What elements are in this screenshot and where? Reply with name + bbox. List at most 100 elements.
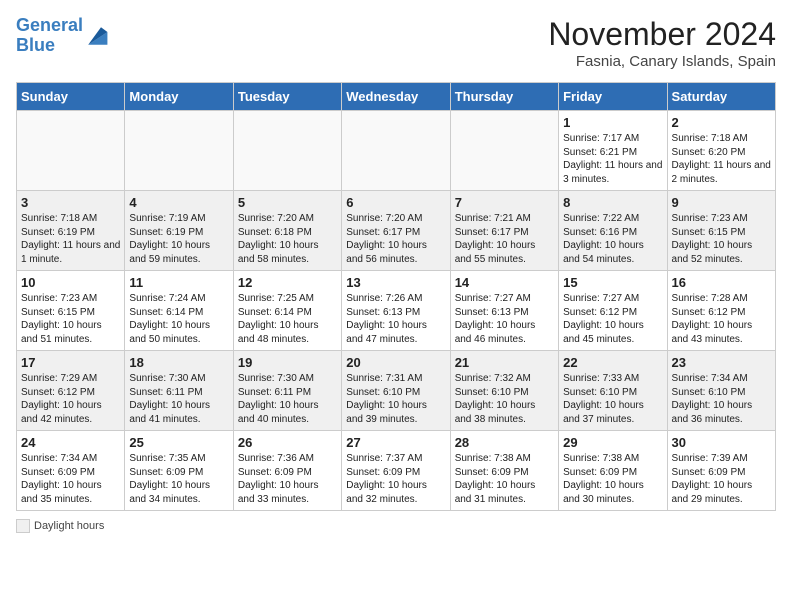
table-row: 17 Sunrise: 7:29 AM Sunset: 6:12 PM Dayl… (17, 351, 125, 431)
day-number: 11 (129, 275, 228, 290)
day-info: Sunrise: 7:27 AM Sunset: 6:12 PM Dayligh… (563, 292, 662, 346)
table-row (342, 111, 450, 191)
day-number: 26 (238, 435, 337, 450)
day-info: Sunrise: 7:25 AM Sunset: 6:14 PM Dayligh… (238, 292, 337, 346)
day-info: Sunrise: 7:30 AM Sunset: 6:11 PM Dayligh… (129, 372, 228, 426)
table-row: 22 Sunrise: 7:33 AM Sunset: 6:10 PM Dayl… (559, 351, 667, 431)
day-number: 12 (238, 275, 337, 290)
day-info: Sunrise: 7:38 AM Sunset: 6:09 PM Dayligh… (563, 452, 662, 506)
table-row (17, 111, 125, 191)
day-number: 22 (563, 355, 662, 370)
daylight-label: Daylight hours (34, 520, 104, 532)
table-row: 21 Sunrise: 7:32 AM Sunset: 6:10 PM Dayl… (450, 351, 558, 431)
day-info: Sunrise: 7:30 AM Sunset: 6:11 PM Dayligh… (238, 372, 337, 426)
day-number: 7 (455, 195, 554, 210)
day-info: Sunrise: 7:27 AM Sunset: 6:13 PM Dayligh… (455, 292, 554, 346)
day-number: 16 (672, 275, 771, 290)
table-row: 8 Sunrise: 7:22 AM Sunset: 6:16 PM Dayli… (559, 191, 667, 271)
table-row: 12 Sunrise: 7:25 AM Sunset: 6:14 PM Dayl… (233, 271, 341, 351)
table-row: 26 Sunrise: 7:36 AM Sunset: 6:09 PM Dayl… (233, 431, 341, 511)
table-row: 16 Sunrise: 7:28 AM Sunset: 6:12 PM Dayl… (667, 271, 775, 351)
day-info: Sunrise: 7:32 AM Sunset: 6:10 PM Dayligh… (455, 372, 554, 426)
day-info: Sunrise: 7:38 AM Sunset: 6:09 PM Dayligh… (455, 452, 554, 506)
table-row: 9 Sunrise: 7:23 AM Sunset: 6:15 PM Dayli… (667, 191, 775, 271)
calendar-row: 24 Sunrise: 7:34 AM Sunset: 6:09 PM Dayl… (17, 431, 776, 511)
day-info: Sunrise: 7:39 AM Sunset: 6:09 PM Dayligh… (672, 452, 771, 506)
calendar-row: 10 Sunrise: 7:23 AM Sunset: 6:15 PM Dayl… (17, 271, 776, 351)
day-info: Sunrise: 7:22 AM Sunset: 6:16 PM Dayligh… (563, 212, 662, 266)
table-row: 30 Sunrise: 7:39 AM Sunset: 6:09 PM Dayl… (667, 431, 775, 511)
month-title: November 2024 (548, 16, 776, 53)
table-row: 5 Sunrise: 7:20 AM Sunset: 6:18 PM Dayli… (233, 191, 341, 271)
calendar-table: Sunday Monday Tuesday Wednesday Thursday… (16, 82, 776, 511)
day-info: Sunrise: 7:20 AM Sunset: 6:18 PM Dayligh… (238, 212, 337, 266)
table-row: 6 Sunrise: 7:20 AM Sunset: 6:17 PM Dayli… (342, 191, 450, 271)
calendar-row: 1 Sunrise: 7:17 AM Sunset: 6:21 PM Dayli… (17, 111, 776, 191)
logo-icon (85, 24, 109, 48)
header-friday: Friday (559, 83, 667, 111)
table-row: 3 Sunrise: 7:18 AM Sunset: 6:19 PM Dayli… (17, 191, 125, 271)
day-number: 21 (455, 355, 554, 370)
table-row: 25 Sunrise: 7:35 AM Sunset: 6:09 PM Dayl… (125, 431, 233, 511)
table-row: 2 Sunrise: 7:18 AM Sunset: 6:20 PM Dayli… (667, 111, 775, 191)
table-row (233, 111, 341, 191)
day-number: 2 (672, 115, 771, 130)
day-info: Sunrise: 7:34 AM Sunset: 6:09 PM Dayligh… (21, 452, 120, 506)
weekday-header-row: Sunday Monday Tuesday Wednesday Thursday… (17, 83, 776, 111)
day-info: Sunrise: 7:23 AM Sunset: 6:15 PM Dayligh… (672, 212, 771, 266)
header-saturday: Saturday (667, 83, 775, 111)
legend-shaded-box (16, 519, 30, 533)
table-row: 1 Sunrise: 7:17 AM Sunset: 6:21 PM Dayli… (559, 111, 667, 191)
day-number: 9 (672, 195, 771, 210)
day-number: 24 (21, 435, 120, 450)
day-number: 3 (21, 195, 120, 210)
day-number: 20 (346, 355, 445, 370)
day-info: Sunrise: 7:21 AM Sunset: 6:17 PM Dayligh… (455, 212, 554, 266)
header-thursday: Thursday (450, 83, 558, 111)
day-number: 1 (563, 115, 662, 130)
table-row: 18 Sunrise: 7:30 AM Sunset: 6:11 PM Dayl… (125, 351, 233, 431)
table-row: 14 Sunrise: 7:27 AM Sunset: 6:13 PM Dayl… (450, 271, 558, 351)
calendar-row: 17 Sunrise: 7:29 AM Sunset: 6:12 PM Dayl… (17, 351, 776, 431)
table-row: 24 Sunrise: 7:34 AM Sunset: 6:09 PM Dayl… (17, 431, 125, 511)
day-info: Sunrise: 7:23 AM Sunset: 6:15 PM Dayligh… (21, 292, 120, 346)
day-number: 10 (21, 275, 120, 290)
day-info: Sunrise: 7:31 AM Sunset: 6:10 PM Dayligh… (346, 372, 445, 426)
day-number: 25 (129, 435, 228, 450)
day-info: Sunrise: 7:18 AM Sunset: 6:19 PM Dayligh… (21, 212, 120, 266)
day-info: Sunrise: 7:34 AM Sunset: 6:10 PM Dayligh… (672, 372, 771, 426)
day-number: 23 (672, 355, 771, 370)
day-info: Sunrise: 7:17 AM Sunset: 6:21 PM Dayligh… (563, 132, 662, 186)
table-row (125, 111, 233, 191)
day-info: Sunrise: 7:20 AM Sunset: 6:17 PM Dayligh… (346, 212, 445, 266)
day-info: Sunrise: 7:36 AM Sunset: 6:09 PM Dayligh… (238, 452, 337, 506)
table-row (450, 111, 558, 191)
header-sunday: Sunday (17, 83, 125, 111)
header-tuesday: Tuesday (233, 83, 341, 111)
day-info: Sunrise: 7:29 AM Sunset: 6:12 PM Dayligh… (21, 372, 120, 426)
table-row: 29 Sunrise: 7:38 AM Sunset: 6:09 PM Dayl… (559, 431, 667, 511)
table-row: 7 Sunrise: 7:21 AM Sunset: 6:17 PM Dayli… (450, 191, 558, 271)
day-info: Sunrise: 7:35 AM Sunset: 6:09 PM Dayligh… (129, 452, 228, 506)
table-row: 11 Sunrise: 7:24 AM Sunset: 6:14 PM Dayl… (125, 271, 233, 351)
table-row: 28 Sunrise: 7:38 AM Sunset: 6:09 PM Dayl… (450, 431, 558, 511)
day-number: 18 (129, 355, 228, 370)
day-info: Sunrise: 7:24 AM Sunset: 6:14 PM Dayligh… (129, 292, 228, 346)
day-number: 17 (21, 355, 120, 370)
day-number: 5 (238, 195, 337, 210)
table-row: 27 Sunrise: 7:37 AM Sunset: 6:09 PM Dayl… (342, 431, 450, 511)
table-row: 4 Sunrise: 7:19 AM Sunset: 6:19 PM Dayli… (125, 191, 233, 271)
day-number: 4 (129, 195, 228, 210)
table-row: 10 Sunrise: 7:23 AM Sunset: 6:15 PM Dayl… (17, 271, 125, 351)
day-info: Sunrise: 7:26 AM Sunset: 6:13 PM Dayligh… (346, 292, 445, 346)
day-number: 29 (563, 435, 662, 450)
table-row: 15 Sunrise: 7:27 AM Sunset: 6:12 PM Dayl… (559, 271, 667, 351)
header: GeneralBlue November 2024 Fasnia, Canary… (16, 16, 776, 70)
table-row: 19 Sunrise: 7:30 AM Sunset: 6:11 PM Dayl… (233, 351, 341, 431)
day-info: Sunrise: 7:18 AM Sunset: 6:20 PM Dayligh… (672, 132, 771, 186)
day-info: Sunrise: 7:28 AM Sunset: 6:12 PM Dayligh… (672, 292, 771, 346)
table-row: 13 Sunrise: 7:26 AM Sunset: 6:13 PM Dayl… (342, 271, 450, 351)
day-number: 28 (455, 435, 554, 450)
calendar-row: 3 Sunrise: 7:18 AM Sunset: 6:19 PM Dayli… (17, 191, 776, 271)
day-info: Sunrise: 7:37 AM Sunset: 6:09 PM Dayligh… (346, 452, 445, 506)
